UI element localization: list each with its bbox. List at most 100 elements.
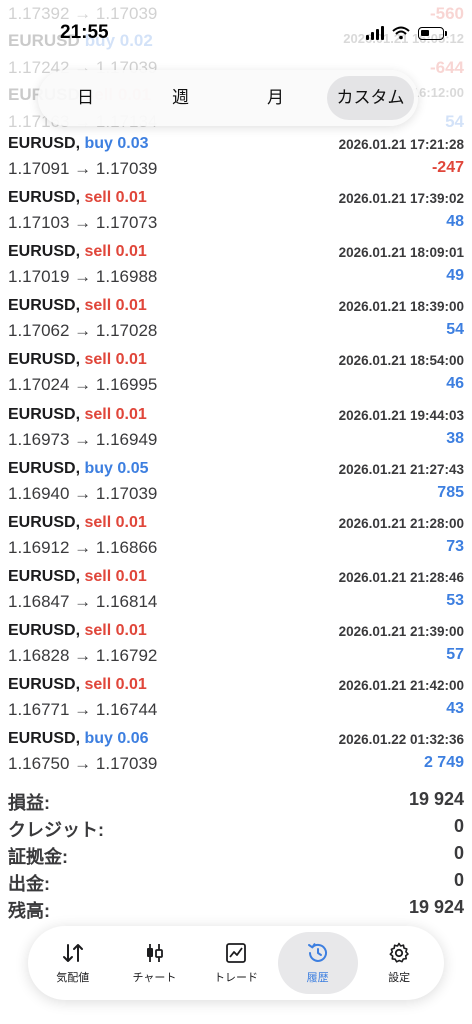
deal-row[interactable]: EURUSD, buy 0.03 2026.01.21 17:21:28 1.170…	[0, 131, 472, 185]
deal-side: buy 0.05	[84, 459, 149, 477]
summary-row: 損益: 19 924	[0, 787, 472, 814]
deal-row[interactable]: EURUSD, sell 0.01 2026.01.21 18:39:00 1.17…	[0, 293, 472, 347]
gear-icon	[389, 942, 409, 963]
nav-item-0[interactable]: 気配値	[33, 932, 113, 994]
summary-value: 19 924	[408, 789, 464, 809]
deal-prices: 1.16973 → 1.16949	[8, 429, 158, 449]
deal-prices: 1.16847 → 1.16814	[8, 591, 158, 611]
deal-prices: 1.16912 → 1.16866	[8, 537, 158, 557]
status-icons	[366, 26, 447, 40]
period-tab-1[interactable]: 週	[137, 76, 224, 120]
deal-row[interactable]: EURUSD, buy 0.06 2026.01.22 01:32:36 1.167…	[0, 726, 472, 780]
deal-profit: 49	[446, 267, 464, 285]
summary-value: 0	[453, 816, 464, 836]
deal-side: sell 0.01	[84, 513, 147, 531]
deal-symbol: EURUSD, sell 0.01	[8, 351, 147, 369]
period-tab-2[interactable]: 月	[232, 76, 319, 120]
nav-item-3[interactable]: 履歴	[277, 932, 358, 994]
nav-label: 設定	[388, 972, 411, 984]
deal-time: 2026.01.21 18:09:01	[338, 245, 464, 261]
nav-label: チャート	[132, 972, 177, 984]
deal-time: 2026.01.21 17:39:02	[338, 191, 464, 207]
history-summary: 損益: 19 924 クレジット: 0 証拠金: 0 出金: 0 残高: 19 924	[0, 787, 472, 922]
deal-symbol-name: EURUSD,	[8, 621, 81, 639]
deal-symbol: EURUSD, sell 0.01	[8, 297, 147, 315]
deal-time: 2026.01.21 18:39:00	[338, 299, 464, 315]
summary-label: 残高:	[8, 901, 50, 921]
deal-symbol: EURUSD, buy 0.05	[8, 460, 149, 478]
nav-label: 気配値	[56, 972, 90, 984]
deal-symbol-name: EURUSD,	[8, 189, 81, 207]
deal-side: buy 0.03	[84, 135, 149, 152]
deal-time: 2026.01.21 21:42:00	[338, 678, 464, 693]
deal-row[interactable]: EURUSD, sell 0.01 2026.01.21 19:44:03 1.16…	[0, 402, 472, 456]
trade-chart-icon	[226, 943, 246, 963]
summary-value: 0	[453, 870, 464, 890]
deal-prices: 1.16828 → 1.16792	[8, 645, 158, 665]
deal-row[interactable]: EURUSD, sell 0.01 2026.01.21 21:28:00 1.16…	[0, 510, 472, 564]
deal-profit: 48	[446, 213, 464, 231]
deal-time: 2026.01.21 21:39:00	[338, 623, 464, 639]
period-tab-3[interactable]: カスタム	[327, 76, 414, 120]
deal-row[interactable]: EURUSD, sell 0.01 2026.01.21 17:39:02 1.17…	[0, 185, 472, 239]
status-bar: 21:55	[0, 0, 472, 60]
deal-prices: 1.17103 → 1.17073	[8, 213, 158, 233]
deal-row[interactable]: EURUSD, buy 0.05 2026.01.21 21:27:43 1.169…	[0, 456, 472, 510]
deal-row[interactable]: EURUSD, sell 0.01 2026.01.21 21:42:00 1.16…	[0, 672, 472, 726]
nav-item-4[interactable]: 設定	[359, 932, 439, 994]
summary-value: 19 924	[408, 897, 464, 917]
deal-row[interactable]: EURUSD, sell 0.01 2026.01.21 21:28:46 1.16…	[0, 564, 472, 618]
summary-row: 出金: 0	[0, 868, 472, 895]
status-time: 21:55	[60, 22, 109, 43]
deal-symbol-name: EURUSD,	[8, 567, 81, 585]
deal-symbol-name: EURUSD,	[8, 513, 81, 531]
deal-profit: 57	[446, 645, 464, 663]
deal-profit: 46	[446, 375, 464, 393]
deal-prices: 1.16771 → 1.16744	[8, 700, 158, 719]
deal-symbol-name: EURUSD,	[8, 243, 81, 261]
deal-symbol-name: EURUSD,	[8, 405, 81, 423]
wifi-icon	[392, 26, 410, 40]
deal-row[interactable]: EURUSD, sell 0.01 2026.01.21 18:09:01 1.17…	[0, 239, 472, 293]
faded-right-value: 54	[445, 112, 464, 131]
deal-side: sell 0.01	[84, 621, 147, 639]
nav-item-2[interactable]: トレード	[196, 932, 276, 994]
quotes-arrows-icon	[62, 944, 83, 962]
summary-row: クレジット: 0	[0, 814, 472, 841]
deal-profit: 54	[446, 321, 464, 339]
deal-side: buy 0.06	[84, 730, 149, 748]
deal-symbol-name: EURUSD,	[8, 730, 81, 748]
deal-side: sell 0.01	[84, 676, 147, 693]
deal-row[interactable]: EURUSD, sell 0.01 2026.01.21 21:39:00 1.16…	[0, 618, 472, 672]
deal-time: 2026.01.21 19:44:03	[338, 407, 464, 423]
deal-time: 2026.01.21 21:28:00	[338, 515, 464, 531]
faded-right-value: -644	[429, 58, 464, 77]
deal-symbol: EURUSD, sell 0.01	[8, 676, 147, 694]
deal-prices: 1.16750 → 1.17039	[8, 754, 158, 774]
period-segmented-control: 日週月カスタム	[38, 70, 418, 126]
summary-value: 0	[453, 843, 464, 863]
deal-time: 2026.01.22 01:32:36	[338, 732, 464, 748]
summary-row: 残高: 19 924	[0, 895, 472, 922]
deal-prices: 1.17019 → 1.16988	[8, 267, 158, 287]
deal-profit: 38	[446, 429, 464, 447]
deal-row[interactable]: EURUSD, sell 0.01 2026.01.21 18:54:00 1.17…	[0, 347, 472, 401]
deal-prices: 1.17091 → 1.17039	[8, 159, 158, 178]
summary-label: 損益:	[8, 793, 50, 813]
candlestick-icon	[147, 944, 164, 962]
deal-symbol-name: EURUSD,	[8, 459, 81, 477]
summary-label: 出金:	[8, 874, 50, 894]
deal-symbol-name: EURUSD,	[8, 351, 81, 369]
deal-side: sell 0.01	[84, 405, 147, 423]
bottom-navigation: 気配値 チャート トレード 履歴 設定	[28, 926, 444, 1000]
deal-symbol: EURUSD, sell 0.01	[8, 243, 147, 261]
nav-item-1[interactable]: チャート	[114, 932, 194, 994]
deal-symbol-name: EURUSD,	[8, 297, 81, 315]
deal-symbol-name: EURUSD,	[8, 676, 81, 693]
deal-time: 2026.01.21 21:27:43	[338, 461, 464, 477]
summary-row: 証拠金: 0	[0, 841, 472, 868]
deal-symbol: EURUSD, sell 0.01	[8, 622, 147, 640]
deal-prices: 1.17024 → 1.16995	[8, 375, 158, 395]
deal-side: sell 0.01	[84, 243, 147, 261]
period-tab-0[interactable]: 日	[42, 76, 129, 120]
